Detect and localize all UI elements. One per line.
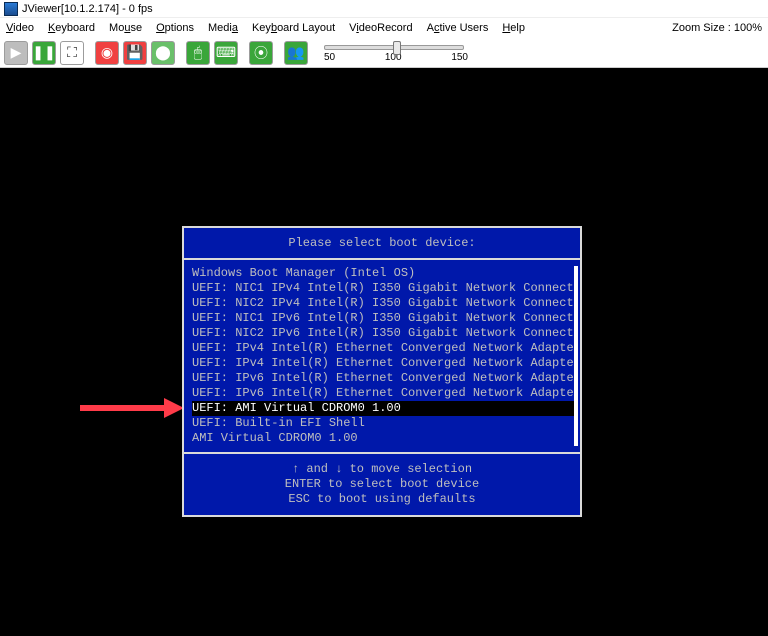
boot-device-item[interactable]: UEFI: NIC2 IPv4 Intel(R) I350 Gigabit Ne…	[192, 296, 576, 311]
menu-item[interactable]: Video	[6, 22, 34, 34]
boot-device-item[interactable]: UEFI: IPv6 Intel(R) Ethernet Converged N…	[192, 371, 576, 386]
play-icon[interactable]: ▶	[4, 41, 28, 65]
menu-item[interactable]: Help	[502, 22, 525, 34]
cd-icon[interactable]: ◉	[95, 41, 119, 65]
menu-item[interactable]: Keyboard	[48, 22, 95, 34]
slider-thumb[interactable]	[393, 41, 401, 55]
mouse-icon[interactable]: 🖱	[186, 41, 210, 65]
boot-device-item[interactable]: Windows Boot Manager (Intel OS)	[192, 266, 576, 281]
users-icon[interactable]: 👥	[284, 41, 308, 65]
boot-device-item[interactable]: UEFI: Built-in EFI Shell	[192, 416, 576, 431]
boot-device-item[interactable]: UEFI: IPv4 Intel(R) Ethernet Converged N…	[192, 341, 576, 356]
window-title: JViewer[10.1.2.174] - 0 fps	[22, 3, 153, 15]
boot-device-item[interactable]: UEFI: IPv6 Intel(R) Ethernet Converged N…	[192, 386, 576, 401]
harddisk-icon[interactable]: ⬤	[151, 41, 175, 65]
menu-item[interactable]: Options	[156, 22, 194, 34]
menubar: Video Keyboard Mouse Options Media Keyboard L…	[0, 18, 768, 38]
remote-console[interactable]: Please select boot device: Windows Boot …	[0, 68, 768, 636]
app-icon	[4, 2, 18, 16]
menu-item[interactable]: Mouse	[109, 22, 142, 34]
boot-dialog-footer: ↑ and ↓ to move selection ENTER to selec…	[184, 454, 580, 515]
keyboard-icon[interactable]: ⌨	[214, 41, 238, 65]
boot-device-item[interactable]: UEFI: NIC2 IPv6 Intel(R) I350 Gigabit Ne…	[192, 326, 576, 341]
boot-device-item[interactable]: UEFI: NIC1 IPv4 Intel(R) I350 Gigabit Ne…	[192, 281, 576, 296]
scrollbar[interactable]	[574, 266, 578, 446]
boot-device-item[interactable]: UEFI: AMI Virtual CDROM0 1.00	[192, 401, 576, 416]
menu-item[interactable]: Keyboard Layout	[252, 22, 335, 34]
menu-item[interactable]: VideoRecord	[349, 22, 412, 34]
boot-device-item[interactable]: AMI Virtual CDROM0 1.00	[192, 431, 576, 446]
zoom-slider[interactable]	[324, 45, 464, 50]
record-icon[interactable]: ⦿	[249, 41, 273, 65]
boot-dialog-title: Please select boot device:	[184, 228, 580, 260]
floppy-icon[interactable]: 💾	[123, 41, 147, 65]
boot-device-list[interactable]: Windows Boot Manager (Intel OS)UEFI: NIC…	[184, 260, 580, 454]
menu-item[interactable]: Media	[208, 22, 238, 34]
fullscreen-icon[interactable]: ⛶	[60, 41, 84, 65]
titlebar: JViewer[10.1.2.174] - 0 fps	[0, 0, 768, 18]
zoom-size-label: Zoom Size : 100%	[672, 22, 762, 34]
boot-device-item[interactable]: UEFI: IPv4 Intel(R) Ethernet Converged N…	[192, 356, 576, 371]
boot-device-item[interactable]: UEFI: NIC1 IPv6 Intel(R) I350 Gigabit Ne…	[192, 311, 576, 326]
pause-icon[interactable]: ❚❚	[32, 41, 56, 65]
toolbar: ▶❚❚⛶◉💾⬤🖱⌨⦿👥 50 100 150	[0, 38, 768, 68]
annotation-arrow	[80, 394, 184, 422]
boot-device-dialog: Please select boot device: Windows Boot …	[182, 226, 582, 517]
menu-item[interactable]: Active Users	[427, 22, 489, 34]
